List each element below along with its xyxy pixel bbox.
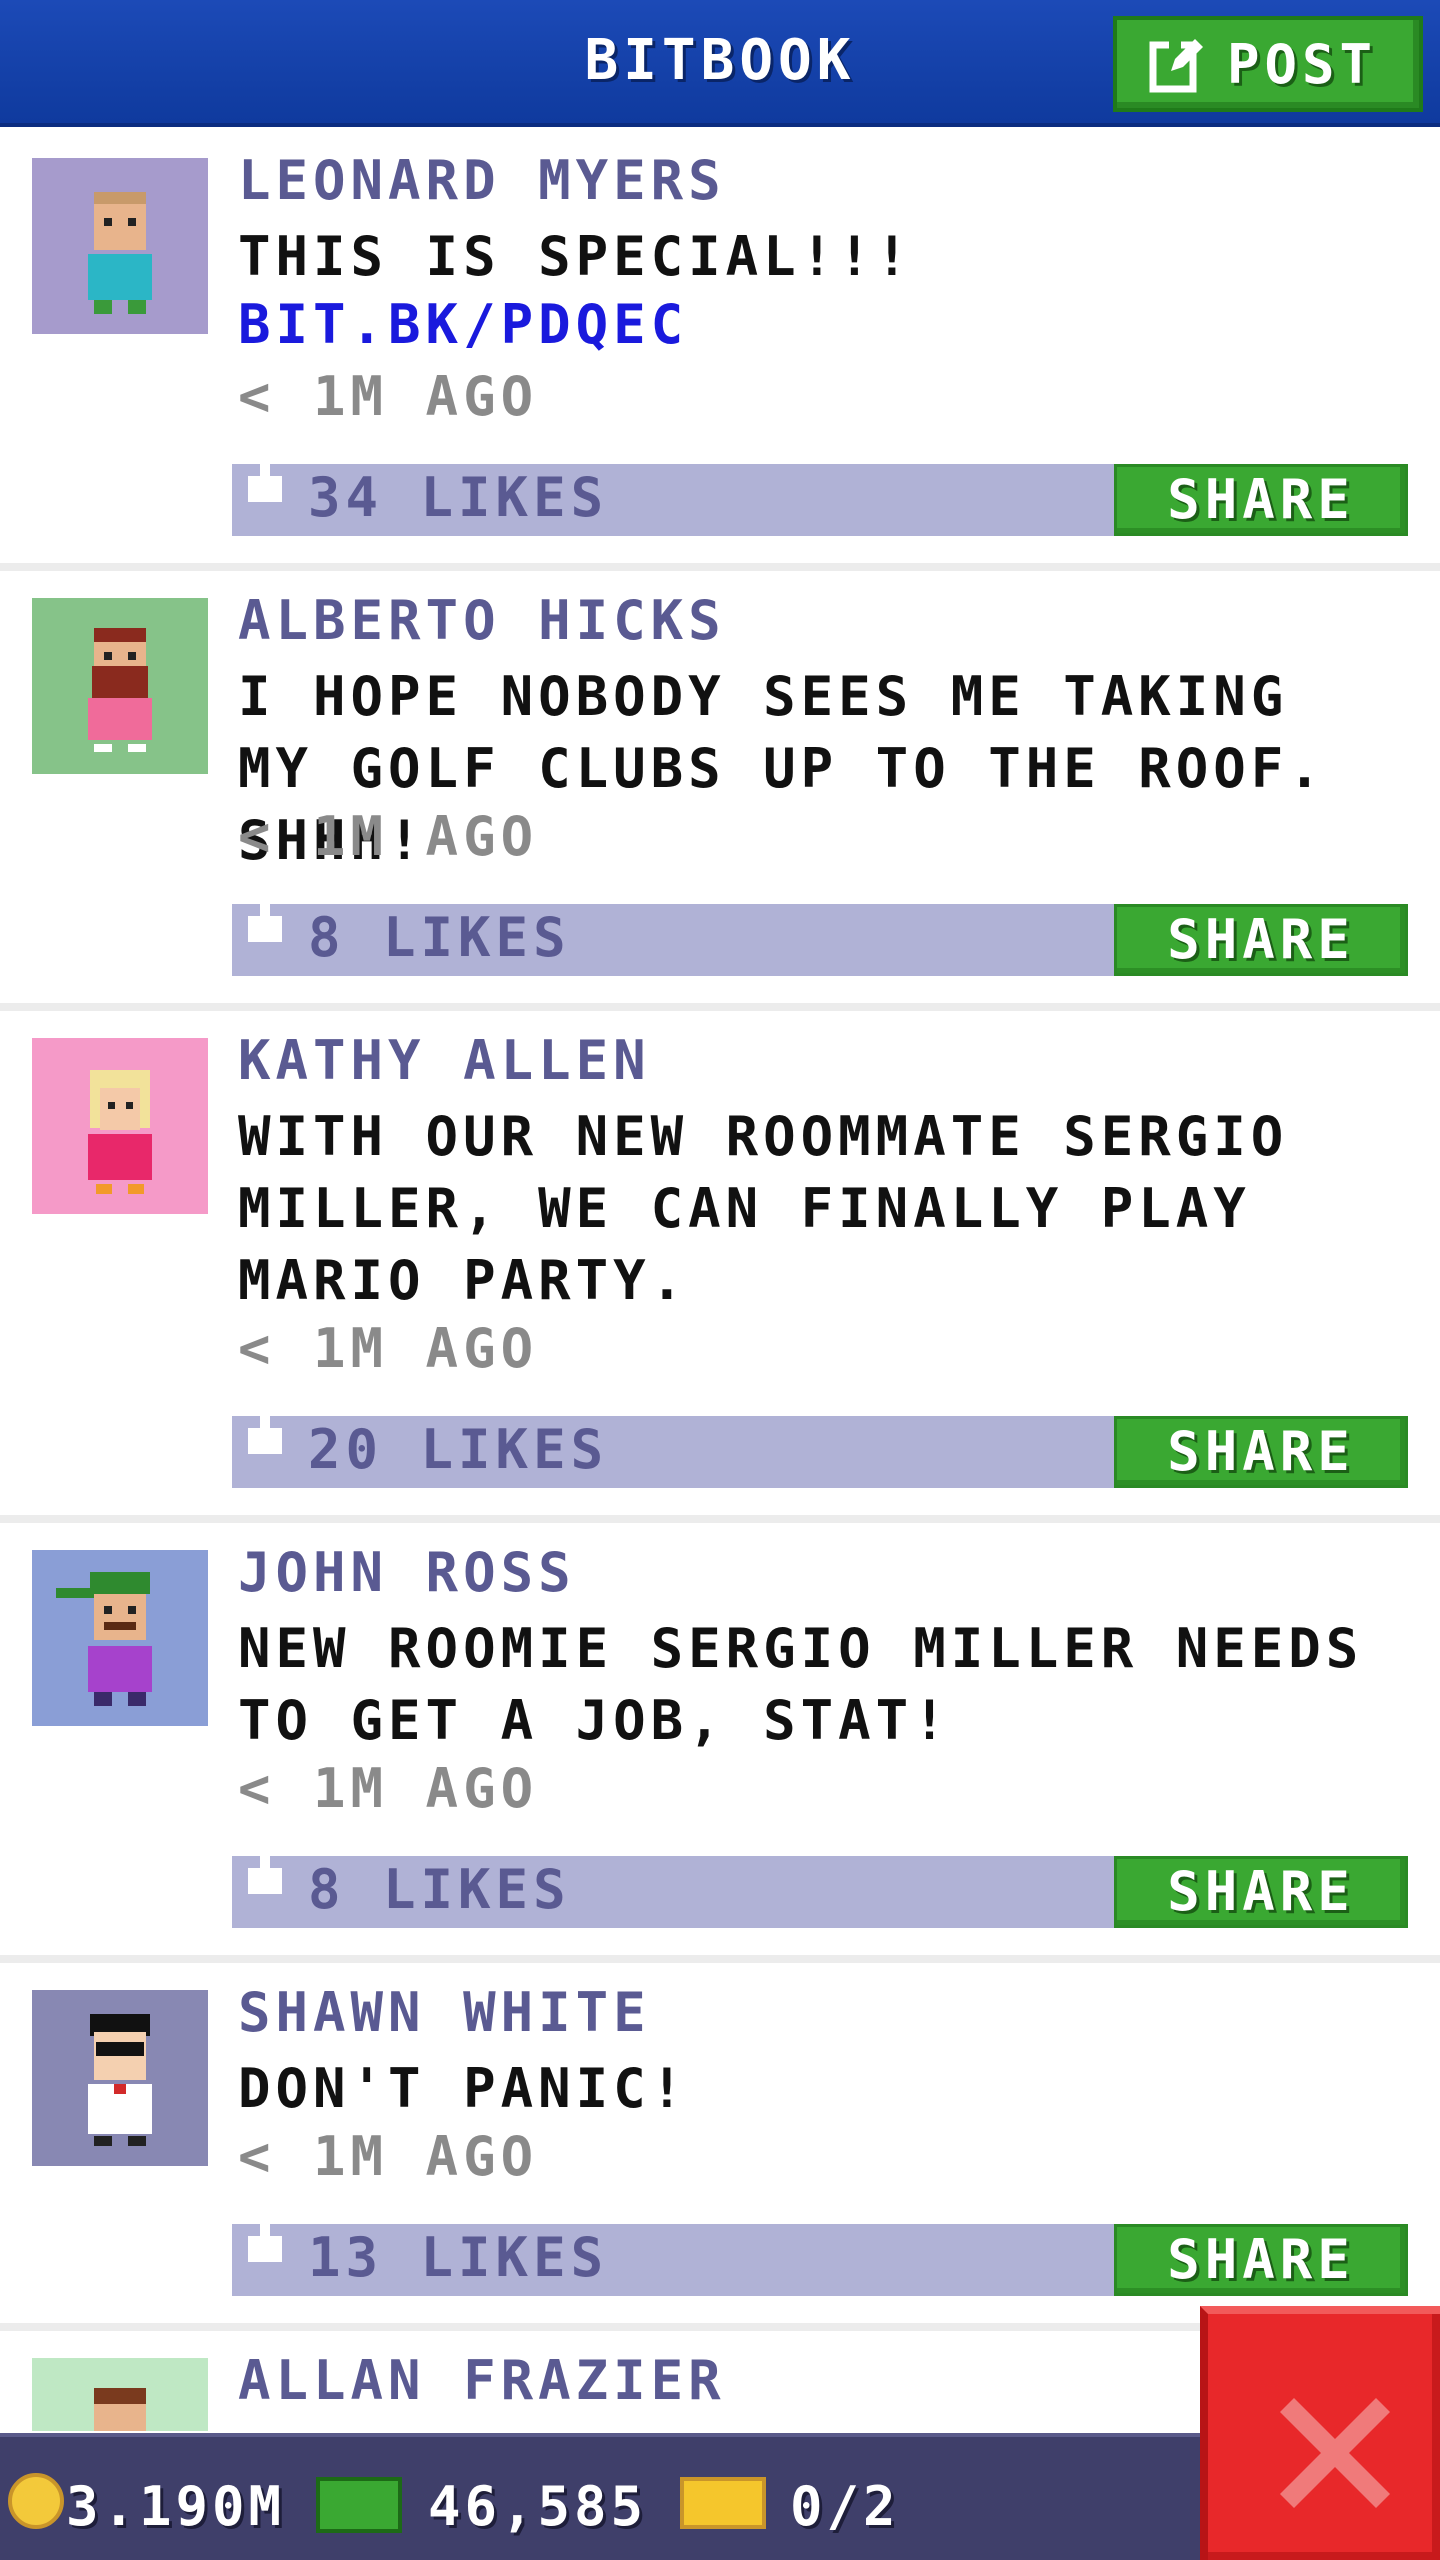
bux-icon [316,2477,402,2533]
top-bar: BITBOOK POST [0,0,1440,127]
coin-icon [8,2473,64,2529]
share-button[interactable]: SHARE [1114,2224,1408,2296]
post-timestamp: < 1M AGO [238,1757,539,1820]
bux-value: 46,585 [428,2475,648,2538]
avatar-image [32,158,208,334]
like-bar: 8 LIKES SHARE [232,892,1408,976]
likes-count: 34 LIKES [308,466,609,529]
thumbs-up-icon[interactable] [248,452,282,512]
thumbs-up-icon[interactable] [248,892,282,952]
currency-bar: 3.190M 46,585 0/2 [0,2433,1200,2560]
post-text: DON'T PANIC! [238,2057,689,2120]
like-bar: 8 LIKES SHARE [232,1844,1408,1928]
feed-post: SHAWN WHITE DON'T PANIC! < 1M AGO 13 LIK… [0,1963,1440,2331]
thumbs-up-icon[interactable] [248,1844,282,1904]
post-author[interactable]: JOHN ROSS [238,1541,576,1604]
avatar[interactable] [32,2358,208,2431]
post-author[interactable]: LEONARD MYERS [238,149,726,212]
compose-icon [1149,39,1203,93]
bitbook-screen: BITBOOK POST LEONARD MYERS THIS IS SPECI… [0,0,1440,2560]
post-author[interactable]: ALBERTO HICKS [238,589,726,652]
post-timestamp: < 1M AGO [238,805,539,868]
feed-post: JOHN ROSS NEW ROOMIE SERGIO MILLER NEEDS… [0,1523,1440,1963]
likes-count: 13 LIKES [308,2226,609,2289]
post-button-label: POST [1227,32,1378,96]
feed-post: KATHY ALLEN WITH OUR NEW ROOMMATE SERGIO… [0,1011,1440,1523]
feed-post: ALBERTO HICKS I HOPE NOBODY SEES ME TAKI… [0,571,1440,1011]
thumbs-up-icon[interactable] [248,1404,282,1464]
tickets-value: 0/2 [790,2475,900,2538]
avatar[interactable] [32,1038,208,1214]
post-author[interactable]: KATHY ALLEN [238,1029,651,1092]
likes-count: 8 LIKES [308,1858,571,1921]
post-author[interactable]: SHAWN WHITE [238,1981,651,2044]
post-text: WITH OUR NEW ROOMMATE SERGIO MILLER, WE … [238,1105,1289,1312]
avatar-image [32,1550,208,1726]
coins-value: 3.190M [66,2475,286,2538]
post-button[interactable]: POST [1113,16,1423,112]
share-button[interactable]: SHARE [1114,1416,1408,1488]
avatar[interactable] [32,1990,208,2166]
close-icon [1280,2398,1390,2508]
avatar-image [32,2358,208,2431]
like-bar: 20 LIKES SHARE [232,1404,1408,1488]
post-timestamp: < 1M AGO [238,365,539,428]
share-button[interactable]: SHARE [1114,904,1408,976]
avatar[interactable] [32,1550,208,1726]
avatar-image [32,1990,208,2166]
share-button[interactable]: SHARE [1114,464,1408,536]
post-timestamp: < 1M AGO [238,1317,539,1380]
post-author[interactable]: ALLAN FRAZIER [238,2349,726,2412]
likes-count: 20 LIKES [308,1418,609,1481]
post-text: NEW ROOMIE SERGIO MILLER NEEDS TO GET A … [238,1617,1364,1752]
like-bar: 13 LIKES SHARE [232,2212,1408,2296]
close-button[interactable] [1200,2306,1440,2560]
ticket-icon [680,2477,766,2529]
like-bar: 34 LIKES SHARE [232,452,1408,536]
avatar-image [32,598,208,774]
feed-post: LEONARD MYERS THIS IS SPECIAL!!! BIT.BK/… [0,131,1440,571]
post-timestamp: < 1M AGO [238,2125,539,2188]
likes-count: 8 LIKES [308,906,571,969]
post-text: THIS IS SPECIAL!!! [238,225,914,288]
avatar-image [32,1038,208,1214]
avatar[interactable] [32,158,208,334]
post-link[interactable]: BIT.BK/PDQEC [238,293,688,356]
share-button[interactable]: SHARE [1114,1856,1408,1928]
avatar[interactable] [32,598,208,774]
feed-list[interactable]: LEONARD MYERS THIS IS SPECIAL!!! BIT.BK/… [0,131,1440,2431]
thumbs-up-icon[interactable] [248,2212,282,2272]
